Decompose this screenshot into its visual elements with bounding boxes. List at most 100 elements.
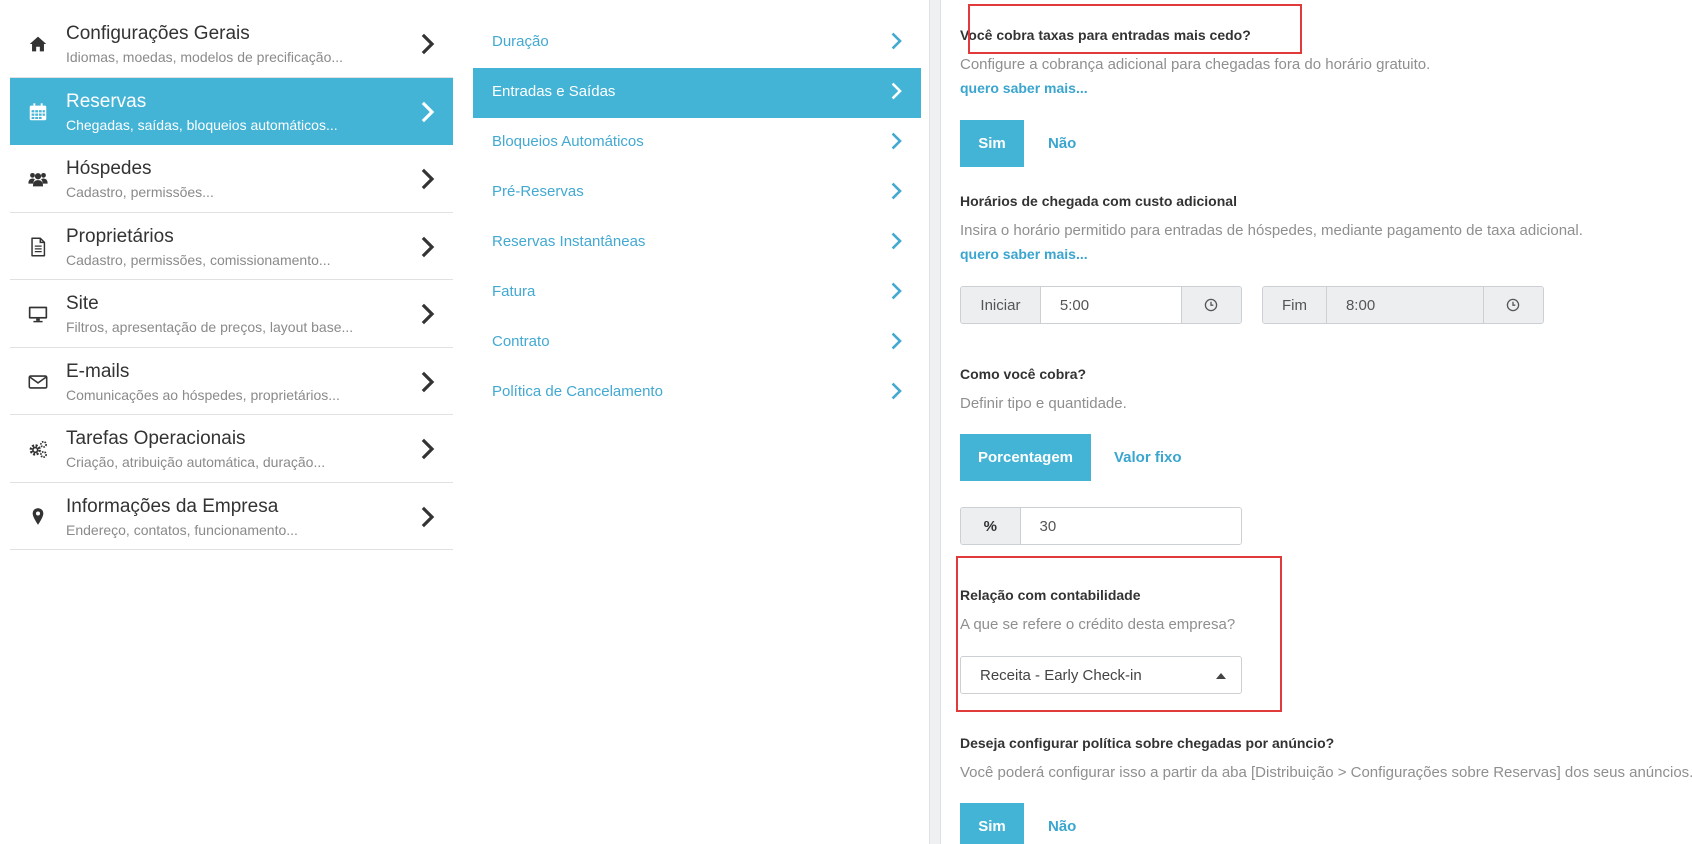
- monitor-icon: [27, 303, 49, 325]
- map-pin-icon: [27, 506, 49, 528]
- early-fee-title: Você cobra taxas para entradas mais cedo…: [960, 27, 1251, 43]
- chevron-right-icon: [891, 132, 903, 150]
- chevron-right-icon: [421, 236, 435, 258]
- arrival-times-learn-more-link[interactable]: quero saber mais...: [960, 246, 1088, 262]
- end-time-label: Fim: [1263, 287, 1327, 323]
- charge-amount-input[interactable]: [1020, 508, 1241, 544]
- chevron-right-icon: [421, 371, 435, 393]
- settings-panel: Você cobra taxas para entradas mais cedo…: [960, 0, 1692, 844]
- menu-item-subtitle: Criação, atribuição automática, duração.…: [66, 454, 326, 470]
- envelope-icon: [27, 371, 49, 393]
- end-time-input[interactable]: [1326, 287, 1483, 323]
- end-time-group: Fim: [1262, 286, 1544, 324]
- accounting-select[interactable]: Receita - Early Check-in: [960, 656, 1242, 694]
- menu-item-subtitle: Idiomas, moedas, modelos de precificação…: [66, 49, 344, 65]
- accounting-title: Relação com contabilidade: [960, 587, 1141, 603]
- menu-item-tarefas-operacionais[interactable]: Tarefas Operacionais Criação, atribuição…: [10, 415, 453, 483]
- chevron-right-icon: [891, 232, 903, 250]
- users-icon: [27, 168, 49, 190]
- chevron-right-icon: [421, 33, 435, 55]
- settings-menu: Configurações Gerais Idiomas, moedas, mo…: [10, 10, 453, 550]
- clock-icon[interactable]: [1180, 287, 1241, 323]
- chevron-right-icon: [421, 168, 435, 190]
- start-time-label: Iniciar: [961, 287, 1041, 323]
- charge-description: Definir tipo e quantidade.: [960, 395, 1127, 412]
- menu-item-subtitle: Chegadas, saídas, bloqueios automáticos.…: [66, 116, 338, 133]
- charge-amount-group: %: [960, 507, 1242, 545]
- percent-unit-label: %: [961, 508, 1021, 544]
- listing-policy-description: Você poderá configurar isso a partir da …: [960, 764, 1692, 781]
- panel-divider: [929, 0, 941, 844]
- listing-policy-no-button[interactable]: Não: [1048, 803, 1076, 844]
- early-fee-learn-more-link[interactable]: quero saber mais...: [960, 80, 1088, 96]
- menu-item-title: Informações da Empresa: [66, 495, 279, 517]
- menu-item-proprietarios[interactable]: Proprietários Cadastro, permissões, comi…: [10, 213, 453, 280]
- submenu-item-fatura[interactable]: Fatura: [473, 268, 921, 318]
- reservas-submenu: Duração Entradas e Saídas Bloqueios Auto…: [473, 18, 921, 418]
- clock-icon[interactable]: [1482, 287, 1543, 323]
- submenu-item-label: Bloqueios Automáticos: [492, 133, 644, 150]
- menu-item-title: Tarefas Operacionais: [66, 428, 246, 449]
- chevron-right-icon: [891, 182, 903, 200]
- submenu-item-bloqueios-automaticos[interactable]: Bloqueios Automáticos: [473, 118, 921, 168]
- menu-item-reservas[interactable]: Reservas Chegadas, saídas, bloqueios aut…: [10, 77, 453, 145]
- submenu-item-label: Política de Cancelamento: [492, 383, 663, 400]
- menu-item-configuracoes-gerais[interactable]: Configurações Gerais Idiomas, moedas, mo…: [10, 10, 453, 78]
- menu-item-emails[interactable]: E-mails Comunicações ao hóspedes, propri…: [10, 348, 453, 415]
- early-fee-yes-button[interactable]: Sim: [960, 120, 1024, 167]
- menu-item-informacoes-da-empresa[interactable]: Informações da Empresa Endereço, contato…: [10, 483, 453, 550]
- listing-policy-yes-button[interactable]: Sim: [960, 803, 1024, 844]
- menu-item-hospedes[interactable]: Hóspedes Cadastro, permissões...: [10, 145, 453, 213]
- chevron-right-icon: [891, 382, 903, 400]
- start-time-input[interactable]: [1040, 287, 1181, 323]
- home-icon: [27, 33, 49, 55]
- accounting-select-value: Receita - Early Check-in: [980, 667, 1142, 684]
- submenu-item-entradas-e-saidas[interactable]: Entradas e Saídas: [473, 68, 921, 118]
- menu-item-title: Hóspedes: [66, 158, 152, 179]
- chevron-right-icon: [891, 332, 903, 350]
- charge-fixed-button[interactable]: Valor fixo: [1114, 434, 1182, 481]
- chevron-right-icon: [891, 82, 903, 100]
- submenu-item-label: Duração: [492, 33, 549, 50]
- arrival-times-title: Horários de chegada com custo adicional: [960, 193, 1237, 209]
- submenu-item-label: Fatura: [492, 283, 536, 300]
- arrival-times-description: Insira o horário permitido para entradas…: [960, 222, 1583, 239]
- chevron-right-icon: [421, 303, 435, 325]
- chevron-right-icon: [421, 438, 435, 460]
- calendar-icon: [27, 101, 49, 123]
- menu-item-title: Configurações Gerais: [66, 23, 250, 44]
- submenu-item-politica-de-cancelamento[interactable]: Política de Cancelamento: [473, 368, 921, 418]
- early-fee-description: Configure a cobrança adicional para cheg…: [960, 56, 1431, 73]
- submenu-item-label: Pré-Reservas: [492, 183, 584, 200]
- chevron-right-icon: [891, 282, 903, 300]
- submenu-item-contrato[interactable]: Contrato: [473, 318, 921, 368]
- menu-item-subtitle: Filtros, apresentação de preços, layout …: [66, 319, 354, 335]
- menu-item-title: Reservas: [66, 90, 147, 112]
- chevron-right-icon: [891, 32, 903, 50]
- menu-item-title: Site: [66, 293, 99, 314]
- chevron-right-icon: [421, 506, 435, 528]
- menu-item-site[interactable]: Site Filtros, apresentação de preços, la…: [10, 280, 453, 348]
- submenu-item-reservas-instantaneas[interactable]: Reservas Instantâneas: [473, 218, 921, 268]
- document-icon: [27, 236, 49, 258]
- early-fee-no-button[interactable]: Não: [1048, 120, 1076, 167]
- charge-percent-button[interactable]: Porcentagem: [960, 434, 1091, 481]
- menu-item-title: E-mails: [66, 360, 130, 382]
- submenu-item-label: Contrato: [492, 333, 550, 350]
- charge-title: Como você cobra?: [960, 366, 1087, 382]
- chevron-right-icon: [421, 101, 435, 123]
- accounting-description: A que se refere o crédito desta empresa?: [960, 616, 1236, 633]
- submenu-item-label: Entradas e Saídas: [492, 83, 616, 100]
- submenu-item-label: Reservas Instantâneas: [492, 233, 646, 250]
- menu-item-subtitle: Comunicações ao hóspedes, proprietários.…: [66, 386, 340, 403]
- menu-item-subtitle: Cadastro, permissões, comissionamento...: [66, 251, 331, 268]
- submenu-item-duracao[interactable]: Duração: [473, 18, 921, 68]
- caret-up-icon: [1216, 673, 1226, 679]
- submenu-item-pre-reservas[interactable]: Pré-Reservas: [473, 168, 921, 218]
- listing-policy-title: Deseja configurar política sobre chegada…: [960, 735, 1335, 751]
- menu-item-subtitle: Cadastro, permissões...: [66, 184, 214, 200]
- gears-icon: [27, 438, 49, 460]
- start-time-group: Iniciar: [960, 286, 1242, 324]
- menu-item-title: Proprietários: [66, 225, 174, 247]
- menu-item-subtitle: Endereço, contatos, funcionamento...: [66, 521, 298, 538]
